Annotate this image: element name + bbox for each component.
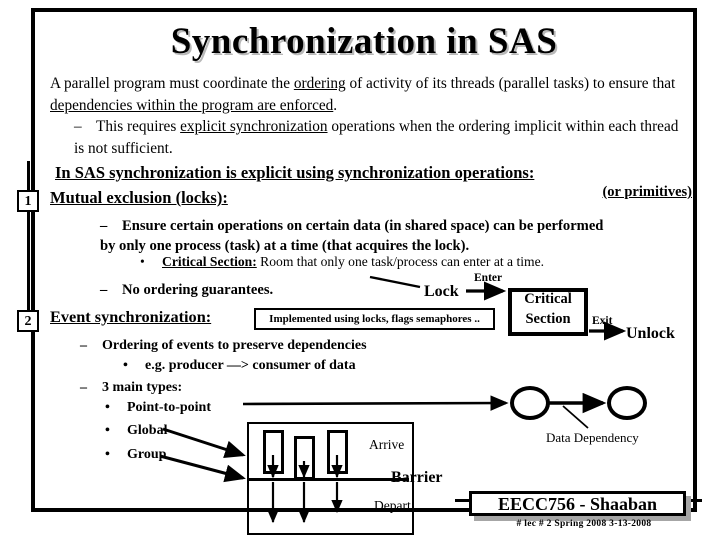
data-dependency-label: Data Dependency [546, 430, 639, 445]
event-type-2-text: Global [127, 423, 168, 438]
intro-text-b: of activity of its threads (parallel tas… [345, 75, 676, 92]
dash-bullet-icon: – [80, 380, 87, 395]
event-bullet-2: –3 main types: [80, 380, 182, 396]
mutual-exclusion-bullet-2-text: No ordering guarantees. [122, 282, 274, 298]
event-type-point-to-point: • Point-to-point [105, 400, 211, 416]
critical-section-text: Room that only one task/process can ente… [256, 254, 545, 269]
event-type-global: • Global [105, 423, 167, 439]
enter-label: Enter [474, 272, 503, 284]
marker-number-2: 2 [17, 310, 39, 332]
dash-bullet-icon: – [100, 218, 108, 234]
mutual-exclusion-bullet-2: – No ordering guarantees. [100, 282, 273, 299]
critical-section-box-line1: Critical [524, 291, 572, 307]
footer-course-box: EECC756 - Shaaban [469, 491, 686, 516]
dot-bullet-icon: • [105, 400, 110, 415]
dash-bullet-icon: – [80, 338, 87, 353]
critical-section-box-line2: Section [525, 311, 571, 327]
event-bullet-1-text: Ordering of events to preserve dependenc… [102, 338, 367, 353]
event-type-group: • Group [105, 447, 166, 463]
event-bullet-1: – Ordering of events to preserve dependen… [80, 336, 367, 355]
dot-bullet-icon: • [105, 447, 110, 462]
critical-section-label: Critical Section: [162, 254, 257, 269]
dependency-node-1 [510, 386, 550, 420]
arrive-label: Arrive [369, 437, 405, 452]
mutual-exclusion-heading: Mutual exclusion (locks): [50, 188, 228, 207]
intro-underline-explicit: explicit synchronization [180, 118, 328, 135]
dot-bullet-icon: • [105, 423, 110, 438]
exit-label: Exit [592, 315, 613, 327]
intro-sub-a: This requires [96, 118, 181, 135]
event-synchronization-heading: Event synchronization: [50, 307, 212, 326]
event-bullet-2-text: 3 main types: [102, 380, 183, 395]
event-subbullet-eg: • e.g. producer —> consumer of data [123, 358, 356, 374]
dash-bullet-icon: – [74, 118, 82, 135]
mutual-exclusion-bullet-1: – Ensure certain operations on certain da… [100, 216, 610, 256]
critical-section-subbullet: • Critical Section: Room that only one ta… [140, 253, 560, 271]
barrier-thread-bar-3 [327, 430, 348, 474]
depart-label: Depart [374, 498, 411, 513]
sas-heading: In SAS synchronization is explicit using… [55, 163, 535, 182]
barrier-line [249, 478, 409, 481]
dot-bullet-icon: • [123, 358, 128, 373]
dot-bullet-icon: • [140, 254, 145, 269]
slide-canvas: Synchronization in SAS A parallel progra… [0, 0, 720, 540]
intro-subbullet: – This requires explicit synchronization … [74, 116, 680, 159]
barrier-thread-bar-1 [263, 430, 284, 474]
event-subbullet-eg-text: e.g. producer —> consumer of data [145, 358, 356, 373]
intro-text-a: A parallel program must coordinate the [50, 75, 294, 92]
event-type-3-text: Group [127, 447, 167, 462]
unlock-label: Unlock [626, 325, 675, 342]
footer-details: # lec # 2 Spring 2008 3-13-2008 [516, 519, 652, 529]
lock-label: Lock [424, 283, 459, 300]
intro-underline-ordering: ordering [293, 75, 346, 92]
intro-underline-dependencies: dependencies within the program are enfo… [50, 96, 334, 114]
marker-connector-line [27, 161, 30, 323]
barrier-label: Barrier [391, 469, 443, 486]
marker-number-1: 1 [17, 190, 39, 212]
event-type-1-text: Point-to-point [127, 400, 211, 415]
mutual-exclusion-bullet-1-text: Ensure certain operations on certain dat… [100, 218, 604, 254]
or-primitives-label: (or primitives) [602, 184, 692, 200]
dependency-node-2 [607, 386, 647, 420]
barrier-thread-bar-2 [294, 436, 315, 480]
dash-bullet-icon: – [100, 282, 108, 298]
intro-paragraph: A parallel program must coordinate the o… [50, 73, 680, 159]
page-title: Synchronization in SAS [170, 21, 558, 62]
intro-text-c: . [333, 96, 338, 114]
implementation-note-box: Implemented using locks, flags semaphore… [254, 308, 495, 330]
